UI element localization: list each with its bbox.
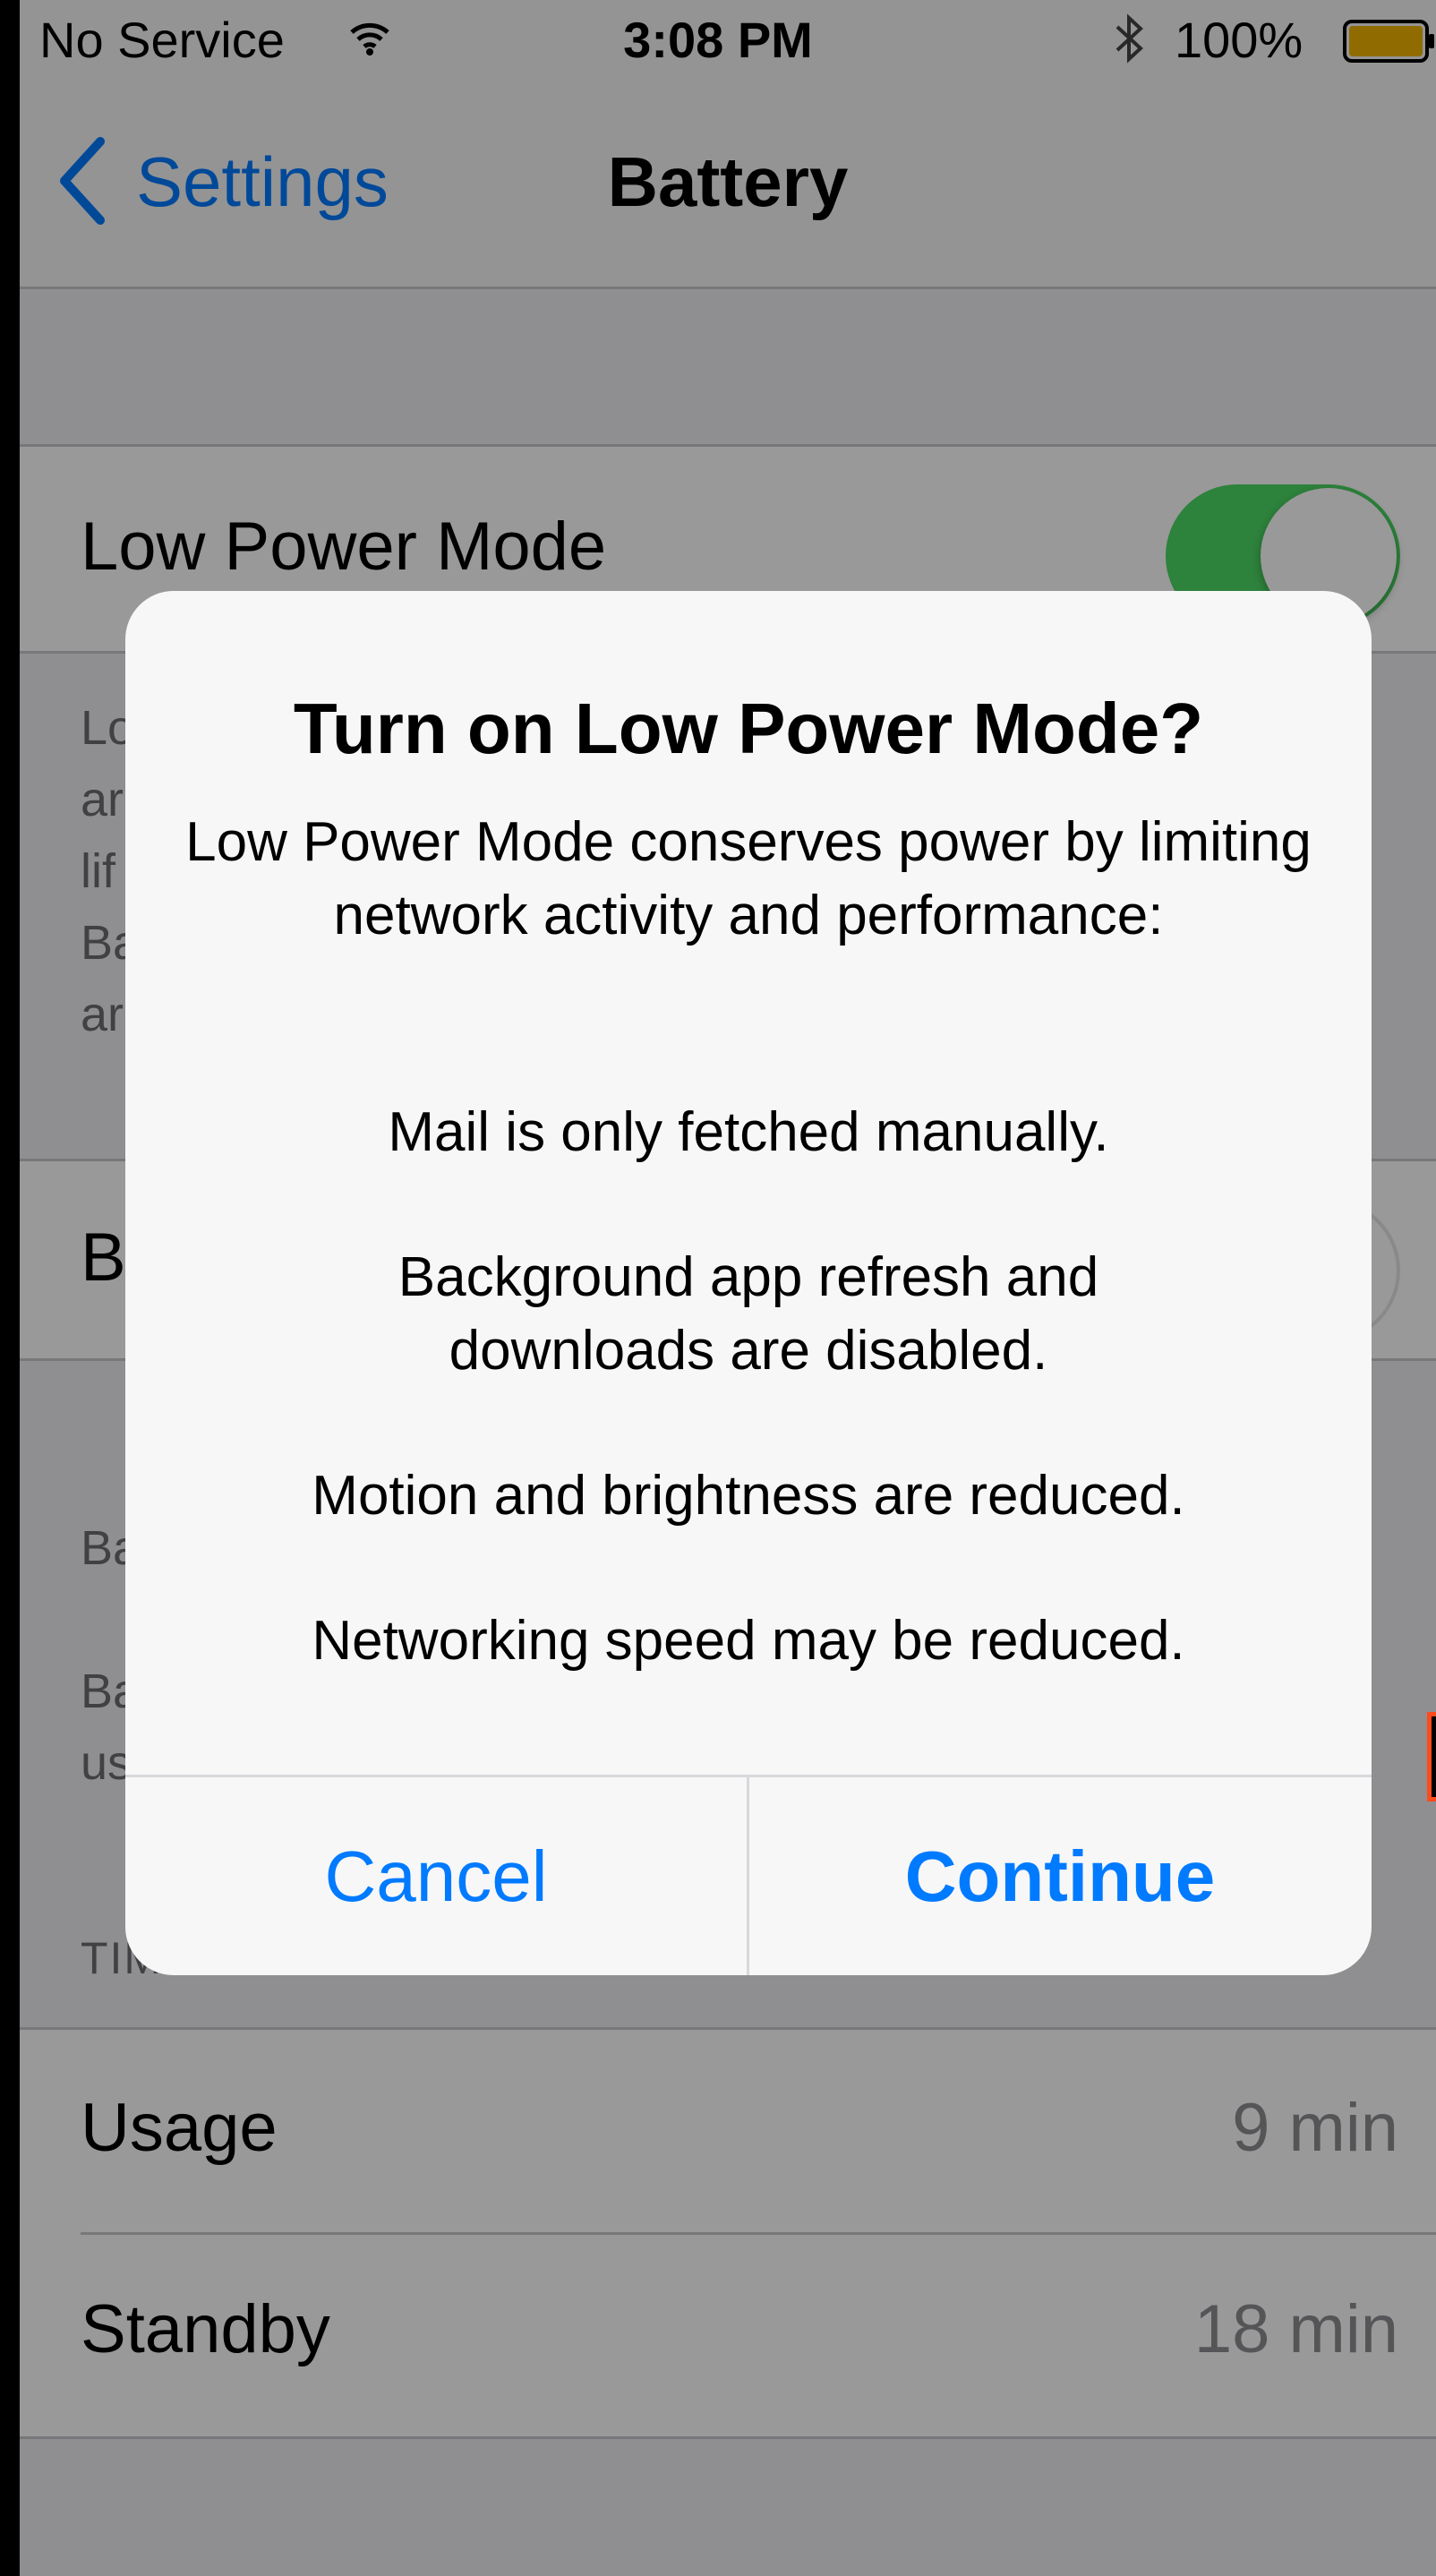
low-power-alert-dialog: Turn on Low Power Mode? Low Power Mode c… bbox=[125, 591, 1372, 1975]
alert-item-mail: Mail is only fetched manually. bbox=[388, 1101, 1109, 1163]
continue-button[interactable]: Continue bbox=[749, 1777, 1371, 1975]
alert-item-motion: Motion and brightness are reduced. bbox=[312, 1465, 1185, 1527]
cancel-button[interactable]: Cancel bbox=[125, 1777, 747, 1975]
edge-marker bbox=[1427, 1712, 1436, 1801]
alert-intro: Low Power Mode conserves power by limiti… bbox=[185, 811, 1312, 946]
screen: No Service 3:08 PM 100% Settings Battery… bbox=[20, 0, 1436, 2576]
alert-title: Turn on Low Power Mode? bbox=[293, 689, 1204, 768]
alert-item-background-refresh: Background app refresh and downloads are… bbox=[397, 1246, 1099, 1382]
alert-item-networking: Networking speed may be reduced. bbox=[312, 1610, 1185, 1672]
